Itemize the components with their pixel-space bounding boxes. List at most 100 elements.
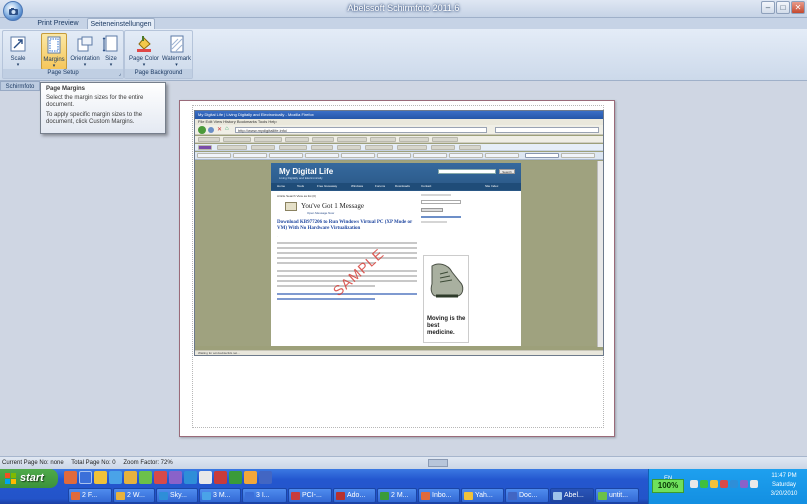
watermark-button[interactable]: Watermark ▾ bbox=[161, 33, 192, 70]
taskbar-item-pci[interactable]: PCI-... bbox=[288, 488, 332, 503]
site-nav-item: Tools bbox=[297, 184, 305, 188]
word-quicklaunch-icon[interactable] bbox=[259, 471, 272, 484]
scale-button[interactable]: Scale ▾ bbox=[5, 33, 31, 70]
page-color-icon bbox=[137, 36, 151, 52]
taskbar-item-label: untit... bbox=[609, 492, 629, 499]
clock-day: Saturday bbox=[771, 482, 796, 488]
page-color-dropdown-arrow-icon: ▾ bbox=[142, 62, 146, 68]
shoe-icon bbox=[430, 263, 464, 298]
site-search-field bbox=[438, 169, 496, 174]
close-button[interactable]: ✕ bbox=[791, 1, 805, 14]
skype-tray-icon[interactable] bbox=[730, 480, 738, 488]
browser-tab-strip bbox=[195, 152, 603, 160]
message-headline: You've Got 1 Message bbox=[301, 202, 364, 210]
tab-seiteneinstellungen[interactable]: Seiteneinstellungen bbox=[87, 18, 155, 29]
excel-quicklaunch-icon[interactable] bbox=[229, 471, 242, 484]
skype-quicklaunch-icon[interactable] bbox=[184, 471, 197, 484]
maximize-button[interactable]: □ bbox=[776, 1, 790, 14]
network-tray-icon[interactable] bbox=[690, 480, 698, 488]
status-bar: Current Page No: none Total Page No: 0 Z… bbox=[0, 456, 807, 469]
taskbar-item-label: 2 F... bbox=[82, 492, 98, 499]
excel-icon bbox=[380, 492, 389, 500]
orientation-button[interactable]: Orientation ▾ bbox=[69, 33, 101, 70]
website: My Digital Life Living Digitally and Ele… bbox=[271, 163, 521, 346]
taskbar-item-document[interactable]: Doc... bbox=[505, 488, 549, 503]
paint-icon bbox=[598, 492, 607, 500]
browser-search-field bbox=[495, 127, 599, 133]
volume-tray-icon[interactable] bbox=[750, 480, 758, 488]
messenger-quicklaunch-icon[interactable] bbox=[94, 471, 107, 484]
captured-screenshot: My Digital Life | Living Digitally and E… bbox=[194, 110, 604, 356]
taskbar-item-explorer[interactable]: 2 W... bbox=[113, 488, 155, 503]
taskbar-item-adobe[interactable]: Ado... bbox=[333, 488, 376, 503]
zoom-factor-status: Zoom Factor: 72% bbox=[123, 460, 173, 466]
taskbar-item-label: Yah... bbox=[475, 492, 493, 499]
page-setup-dialog-launcher-icon[interactable]: ⌟ bbox=[119, 71, 121, 77]
page-setup-group: Scale ▾ Margins ▾ Orientation ▾ Size ▾ P… bbox=[2, 30, 124, 79]
antivirus-tray-icon[interactable] bbox=[720, 480, 728, 488]
taskbar-item-label: 2 M... bbox=[391, 492, 409, 499]
yahoo-quicklaunch-icon[interactable] bbox=[169, 471, 182, 484]
back-icon bbox=[198, 126, 206, 134]
taskbar-item-messenger[interactable]: 3 M... bbox=[199, 488, 241, 503]
messenger-tray-icon[interactable] bbox=[710, 480, 718, 488]
taskbar-item-firefox[interactable]: 2 F... bbox=[68, 488, 112, 503]
taskbar-item-label: Sky... bbox=[170, 492, 187, 499]
site-nav-item: Site Index bbox=[485, 184, 499, 188]
taskbar-item-label: 3 I... bbox=[256, 492, 270, 499]
ie-icon bbox=[245, 492, 254, 500]
home-icon: ⌂ bbox=[225, 126, 229, 132]
media-quicklaunch-icon[interactable] bbox=[154, 471, 167, 484]
taskbar-item-untitled[interactable]: untit... bbox=[595, 488, 639, 503]
taskbar-item-label: Inbo... bbox=[432, 492, 452, 499]
left-document-tab-strip: Schirmfoto bbox=[0, 81, 44, 91]
pdf-quicklaunch-icon[interactable] bbox=[214, 471, 227, 484]
browser-scrollbar bbox=[597, 161, 603, 347]
minimize-button[interactable]: – bbox=[761, 1, 775, 14]
browser-navigation-bar: ✕ ⌂ http://www.mydigitallife.info/ bbox=[195, 125, 603, 135]
security-tray-icon[interactable] bbox=[700, 480, 708, 488]
taskbar-item-label: 2 W... bbox=[127, 492, 145, 499]
taskbar-item-ie[interactable]: 3 I... bbox=[242, 488, 287, 503]
desktop-quicklaunch-icon[interactable] bbox=[109, 471, 122, 484]
taskbar-item-label: Doc... bbox=[519, 492, 538, 499]
notepad-quicklaunch-icon[interactable] bbox=[199, 471, 212, 484]
windows-taskbar: start 2 F... 2 W... Sky... 3 M... 3 I...… bbox=[0, 469, 807, 504]
schirmfoto-document-tab[interactable]: Schirmfoto bbox=[0, 81, 40, 91]
page-color-button[interactable]: Page Color ▾ bbox=[128, 33, 160, 70]
site-nav-item: Free Giveaway bbox=[317, 184, 338, 188]
taskbar-item-yahoo[interactable]: Yah... bbox=[461, 488, 504, 503]
page-margins-tooltip: Page Margins Select the margin sizes for… bbox=[40, 82, 166, 134]
tab-print-preview[interactable]: Print Preview bbox=[30, 18, 86, 29]
size-icon bbox=[102, 35, 118, 52]
tooltip-title: Page Margins bbox=[46, 86, 86, 92]
address-field: http://www.mydigitallife.info/ bbox=[235, 127, 487, 133]
taskbar-item-skype[interactable]: Sky... bbox=[156, 488, 198, 503]
ie-quicklaunch-icon[interactable] bbox=[79, 471, 92, 484]
size-button[interactable]: Size ▾ bbox=[100, 33, 122, 70]
window-title: Abelssoft Schirmfoto 2011.6 bbox=[347, 3, 460, 13]
app-quicklaunch-icon[interactable] bbox=[139, 471, 152, 484]
taskbar-item-abelssoft[interactable]: Abel... bbox=[550, 488, 594, 503]
app-tray-icon[interactable] bbox=[740, 480, 748, 488]
status-bar-handle[interactable] bbox=[428, 459, 448, 467]
taskbar-item-inbox[interactable]: Inbo... bbox=[418, 488, 460, 503]
pdf-icon bbox=[291, 492, 300, 500]
clock-date: 3/20/2010 bbox=[770, 491, 798, 497]
site-header: My Digital Life Living Digitally and Ele… bbox=[271, 163, 521, 191]
tray-zoom-badge[interactable]: 100% bbox=[652, 479, 684, 493]
message-link: Open Message Now bbox=[307, 211, 335, 215]
firefox-quicklaunch-icon[interactable] bbox=[64, 471, 77, 484]
tooltip-line-2: To apply specific margin sizes to the do… bbox=[46, 112, 143, 125]
ad-text: Moving is the best medicine. bbox=[427, 316, 466, 336]
margins-button[interactable]: Margins ▾ bbox=[41, 33, 67, 70]
taskbar-item-excel[interactable]: 2 M... bbox=[377, 488, 417, 503]
folder-quicklaunch-icon[interactable] bbox=[244, 471, 257, 484]
explorer-quicklaunch-icon[interactable] bbox=[124, 471, 137, 484]
watermark-dropdown-arrow-icon: ▾ bbox=[175, 62, 178, 68]
start-button[interactable]: start bbox=[0, 469, 58, 488]
application-menu-button[interactable] bbox=[3, 1, 23, 21]
taskbar-item-label: Abel... bbox=[564, 492, 584, 499]
site-main-column: Article Search View as list (0) You've G… bbox=[277, 194, 417, 344]
clock[interactable]: 11:47 PM Saturday 3/20/2010 bbox=[762, 472, 806, 499]
